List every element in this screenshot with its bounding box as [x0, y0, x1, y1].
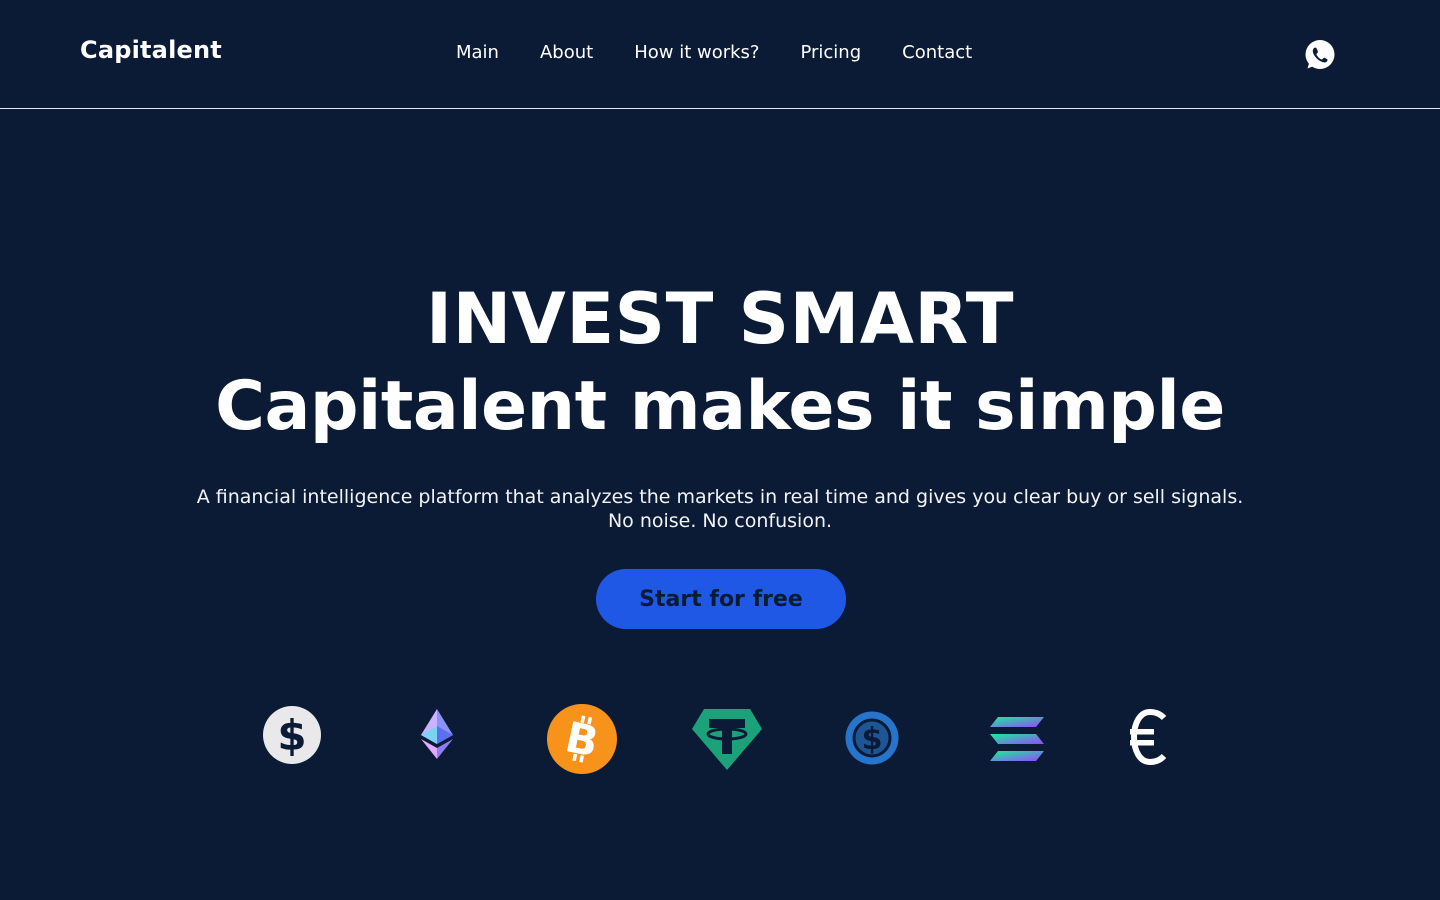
start-for-free-button[interactable]: Start for free	[596, 569, 846, 629]
whatsapp-icon[interactable]	[1304, 39, 1336, 71]
svg-text:$: $	[277, 711, 306, 760]
site-header: Capitalent Main About How it works? Pric…	[0, 0, 1440, 109]
svg-text:$: $	[862, 722, 883, 757]
nav-item-about[interactable]: About	[540, 42, 593, 63]
euro-icon	[1130, 709, 1167, 765]
nav-item-pricing[interactable]: Pricing	[800, 42, 861, 63]
usd-coin-icon: $	[845, 711, 899, 765]
main-nav: Main About How it works? Pricing Contact	[456, 42, 972, 63]
dollar-icon: $	[263, 706, 321, 764]
bitcoin-icon: B	[547, 704, 617, 774]
solana-icon	[990, 717, 1044, 761]
tether-icon	[692, 709, 762, 770]
hero-subtitle-line-2: No noise. No confusion.	[607, 510, 833, 532]
nav-item-how-it-works[interactable]: How it works?	[634, 42, 759, 63]
nav-item-contact[interactable]: Contact	[902, 42, 972, 63]
hero-subtitle: A financial intelligence platform that a…	[120, 485, 1320, 533]
hero-title-line-2: Capitalent makes it simple	[215, 367, 1225, 446]
hero-title-line-1: INVEST SMART	[426, 278, 1014, 360]
landing-page: Capitalent Main About How it works? Pric…	[0, 0, 1440, 900]
ethereum-icon	[421, 709, 453, 759]
nav-item-main[interactable]: Main	[456, 42, 499, 63]
brand-logo[interactable]: Capitalent	[80, 36, 222, 64]
hero-title: INVEST SMART Capitalent makes it simple	[0, 275, 1440, 451]
hero-subtitle-line-1: A financial intelligence platform that a…	[196, 486, 1244, 508]
